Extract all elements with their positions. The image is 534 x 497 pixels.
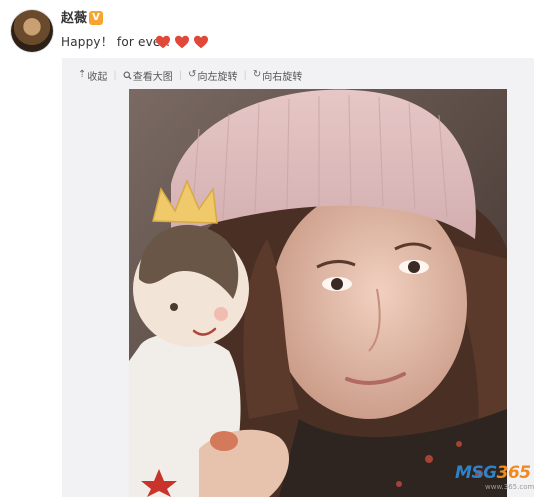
collapse-label: 收起 xyxy=(87,71,108,83)
emoji-hearts xyxy=(155,34,209,50)
view-large-label: 查看大图 xyxy=(132,71,173,83)
toolbar-divider: | xyxy=(113,69,117,81)
red-heart-icon xyxy=(175,35,189,49)
rotate-right-button[interactable]: ↻ 向右旋转 xyxy=(253,68,302,83)
avatar[interactable] xyxy=(11,10,53,52)
verified-badge-icon: V xyxy=(89,11,103,25)
rotate-right-label: 向右旋转 xyxy=(262,71,303,83)
expanded-image-panel: ⇡ 收起 | 查看大图 | ↺ 向左旋转 | ↻ 向右旋转 xyxy=(62,58,534,497)
rotate-left-icon: ↺ xyxy=(188,69,197,80)
collapse-up-icon: ⇡ xyxy=(78,69,87,80)
toolbar-divider: | xyxy=(178,69,183,81)
photo-illustration xyxy=(129,89,507,497)
site-watermark: MSG365 www.365.com xyxy=(455,463,534,495)
magnifier-icon xyxy=(123,70,132,80)
red-heart-icon xyxy=(156,35,170,49)
watermark-url: www.365.com xyxy=(485,483,534,491)
rotate-left-label: 向左旋转 xyxy=(197,71,238,83)
toolbar-divider: | xyxy=(243,69,247,81)
rotate-right-icon: ↻ xyxy=(252,69,262,80)
post-photo[interactable] xyxy=(129,89,507,497)
image-toolbar: ⇡ 收起 | 查看大图 | ↺ 向左旋转 | ↻ 向右旋转 xyxy=(78,67,302,83)
watermark-logo: MSG365 xyxy=(455,463,531,483)
rotate-left-button[interactable]: ↺ 向左旋转 xyxy=(188,68,237,83)
username[interactable]: 赵薇 xyxy=(61,11,87,27)
collapse-button[interactable]: ⇡ 收起 xyxy=(78,68,107,83)
red-heart-icon xyxy=(194,35,208,49)
view-large-image-button[interactable]: 查看大图 xyxy=(123,68,173,83)
